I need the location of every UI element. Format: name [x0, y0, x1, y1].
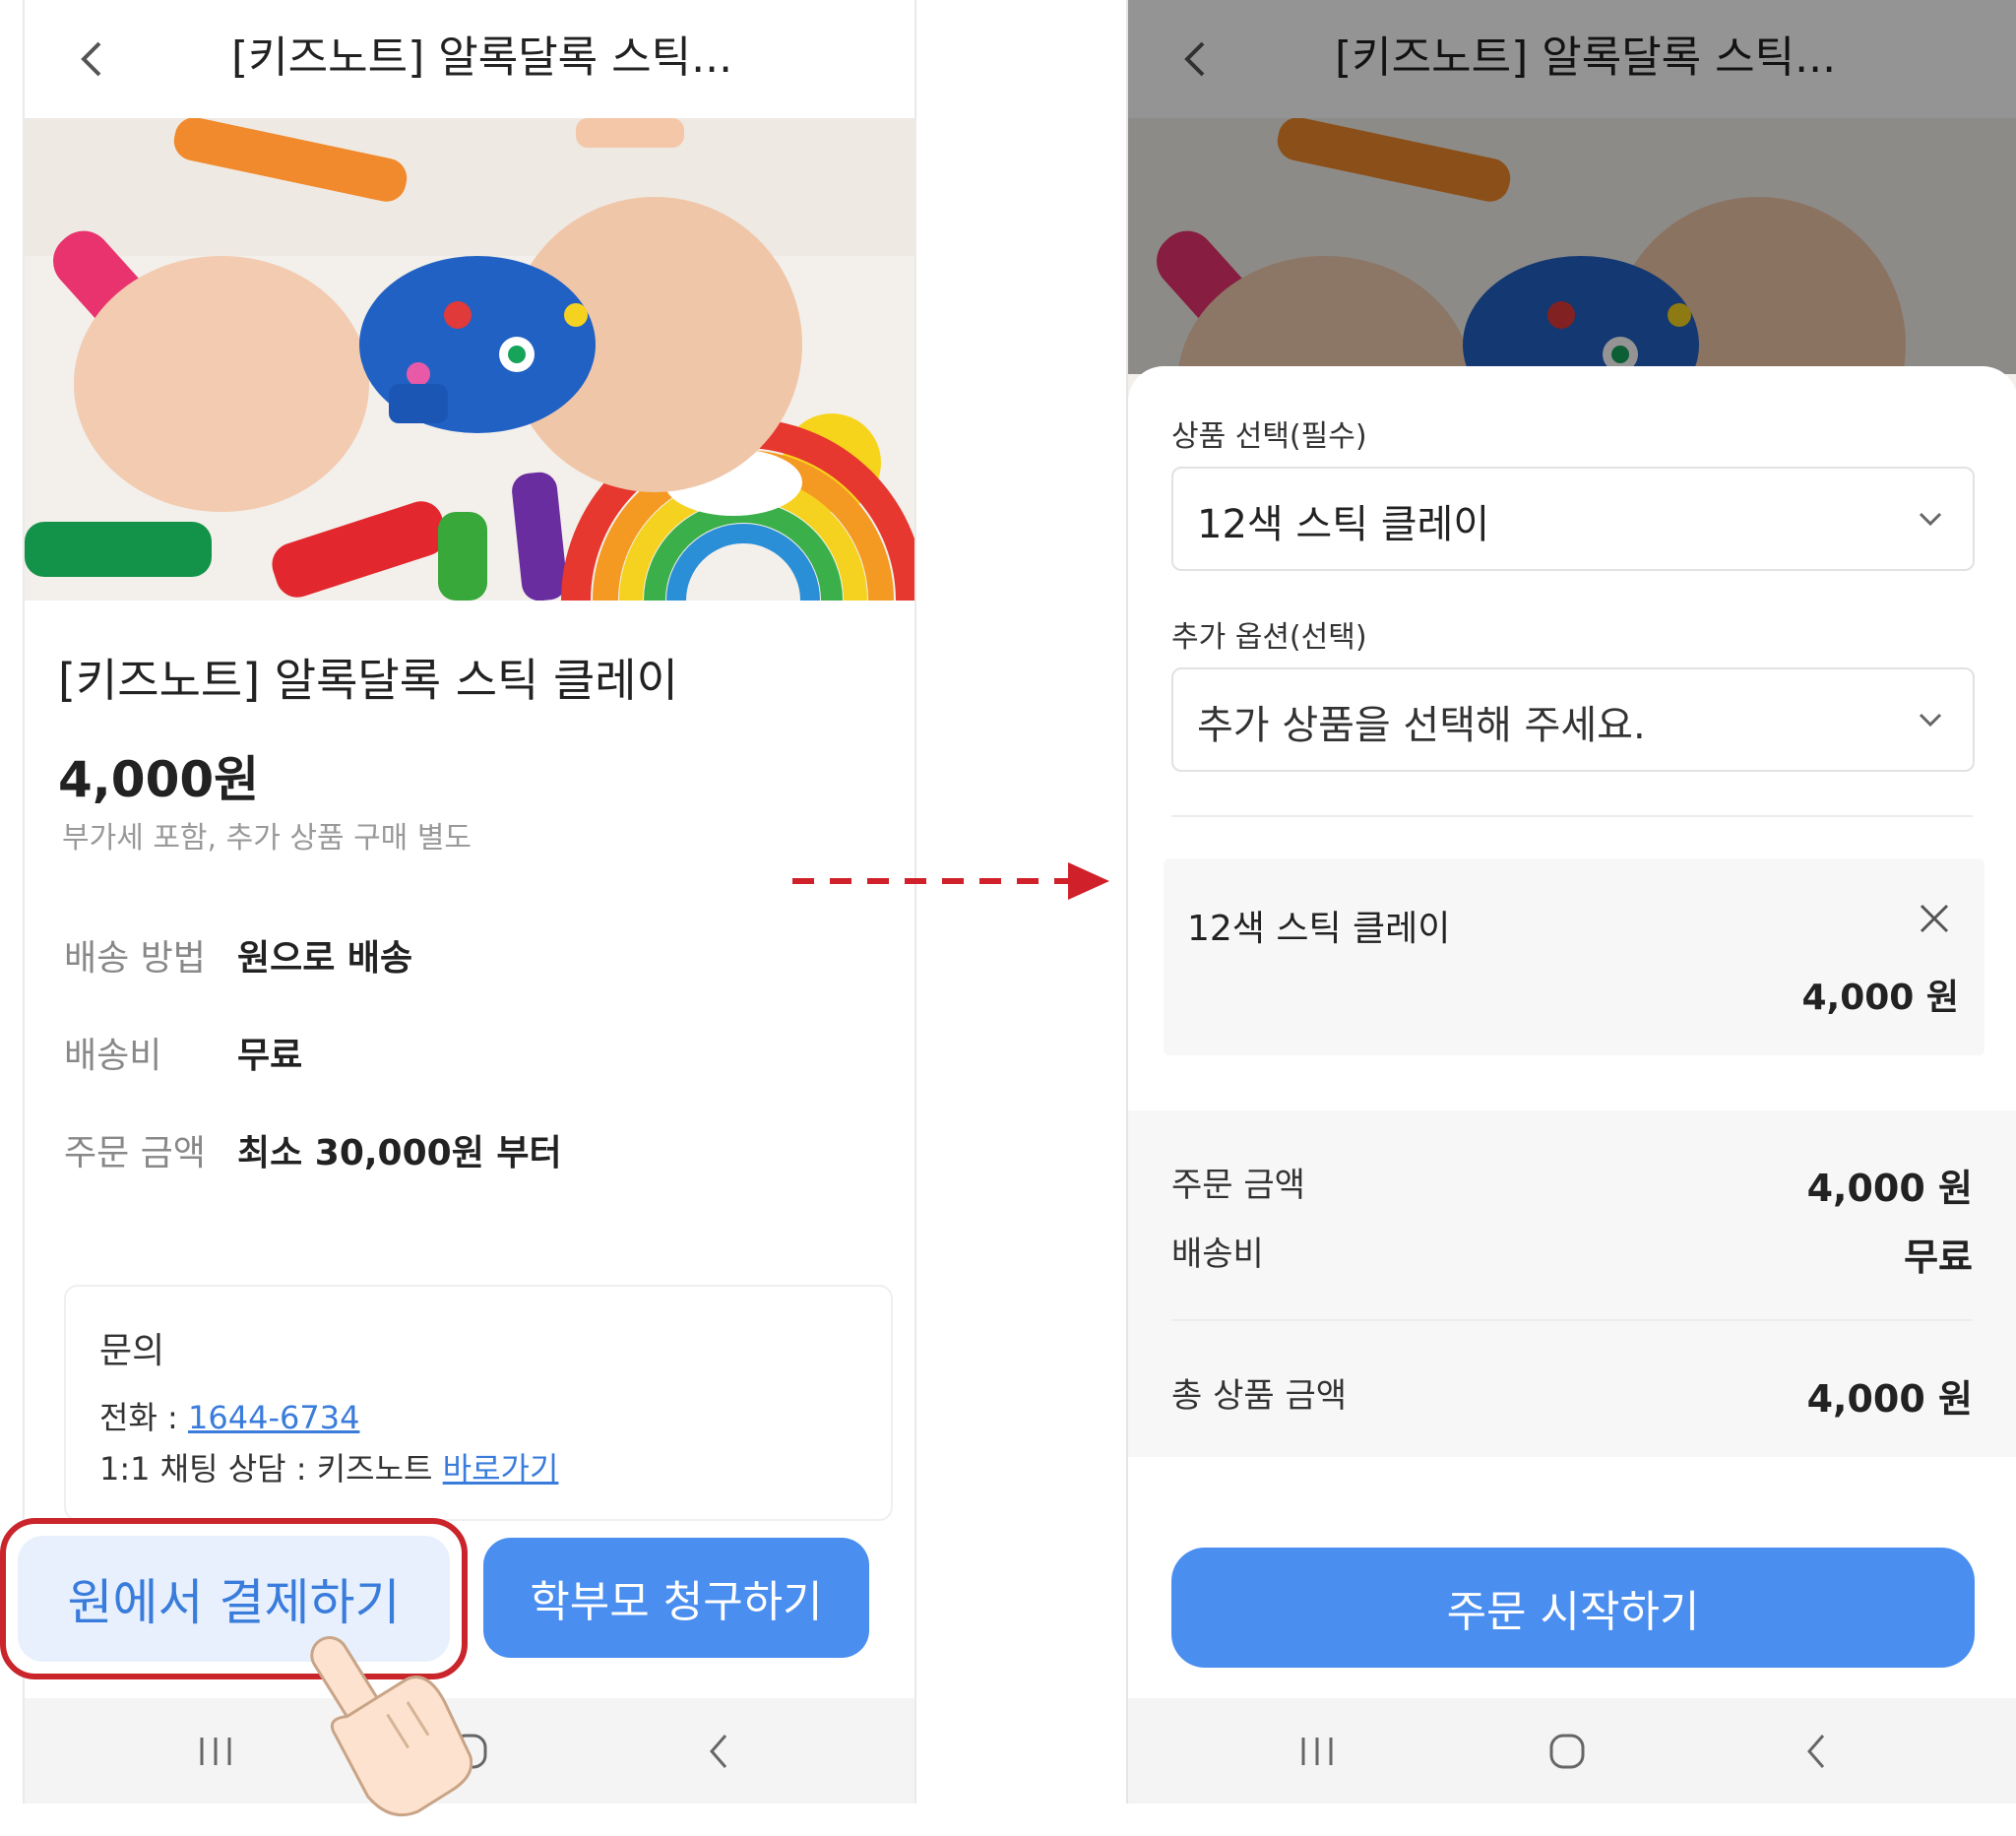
summary-row-order-amount: 주문 금액 4,000 원 [1171, 1158, 1973, 1210]
inquiry-chat-line: 1:1 채팅 상담 : 키즈노트 바로가기 [99, 1444, 558, 1489]
nav-back-icon[interactable] [696, 1728, 743, 1775]
page-title: [키즈노트] 알록달록 스틱... [231, 32, 733, 83]
inquiry-title: 문의 [99, 1331, 165, 1371]
phone-label: 전화 : [99, 1399, 189, 1436]
inquiry-box: 문의 전화 : 1644-6734 1:1 채팅 상담 : 키즈노트 바로가기 [64, 1285, 893, 1521]
chat-label: 1:1 채팅 상담 : 키즈노트 [99, 1450, 443, 1488]
close-icon[interactable] [1916, 900, 1953, 937]
summary-label: 주문 금액 [1171, 1166, 1305, 1205]
back-chevron-icon[interactable] [62, 30, 121, 89]
info-value: 원으로 배송 [237, 938, 413, 979]
product-select-label: 상품 선택(필수) [1171, 419, 1367, 454]
home-icon[interactable] [1544, 1728, 1591, 1775]
addon-label: 추가 옵션(선택) [1171, 620, 1367, 655]
inquiry-phone-line: 전화 : 1644-6734 [99, 1393, 359, 1438]
price-note: 부가세 포함, 추가 상품 구매 별도 [62, 821, 472, 855]
addon-placeholder: 추가 상품을 선택해 주세요. [1197, 703, 1646, 748]
system-nav-bar [1128, 1698, 2016, 1804]
product-price: 4,000원 [58, 751, 260, 808]
nav-back-icon[interactable] [1794, 1728, 1841, 1775]
summary-row-shipping: 배송비 무료 [1171, 1227, 1973, 1279]
recent-apps-icon[interactable] [1293, 1728, 1341, 1775]
summary-value: 4,000 원 [1806, 1167, 1973, 1210]
product-image [25, 118, 914, 601]
selected-item-name: 12색 스틱 클레이 [1187, 909, 1451, 949]
product-select-value: 12색 스틱 클레이 [1197, 502, 1490, 547]
dim-overlay[interactable] [1128, 0, 2016, 374]
summary-value: 무료 [1904, 1235, 1973, 1279]
info-label: 배송 방법 [64, 938, 206, 979]
selected-item-card: 12색 스틱 클레이 4,000 원 [1164, 858, 1984, 1055]
bill-parent-button[interactable]: 학부모 청구하기 [483, 1538, 869, 1658]
divider [1171, 815, 1973, 817]
summary-row-total: 총 상품 금액 4,000 원 [1171, 1368, 1973, 1421]
product-select-dropdown[interactable]: 12색 스틱 클레이 [1171, 467, 1975, 571]
selected-item-amount: 4,000 원 [1801, 978, 1959, 1018]
chat-link[interactable]: 바로가기 [443, 1450, 559, 1488]
recent-apps-icon[interactable] [192, 1728, 239, 1775]
phone-link[interactable]: 1644-6734 [188, 1399, 359, 1436]
start-order-button[interactable]: 주문 시작하기 [1171, 1548, 1975, 1668]
info-label: 배송비 [64, 1036, 162, 1076]
transition-arrow-icon [792, 862, 1109, 900]
product-name: [키즈노트] 알록달록 스틱 클레이 [58, 654, 678, 707]
tap-hand-icon [310, 1636, 472, 1817]
info-value: 최소 30,000원 부터 [237, 1133, 562, 1173]
right-phone-screen: [키즈노트] 알록달록 스틱... 상품 선택(필수) 12색 스틱 클레이 추… [1126, 0, 2016, 1804]
info-label: 주문 금액 [64, 1133, 206, 1173]
price-summary: 주문 금액 4,000 원 배송비 무료 총 상품 금액 4,000 원 [1128, 1110, 2016, 1457]
divider [1171, 1319, 1973, 1321]
info-value: 무료 [237, 1036, 303, 1076]
summary-value: 4,000 원 [1806, 1377, 1973, 1421]
summary-label: 총 상품 금액 [1171, 1376, 1348, 1416]
chevron-down-icon [1919, 512, 1942, 527]
addon-select-dropdown[interactable]: 추가 상품을 선택해 주세요. [1171, 667, 1975, 772]
option-bottom-sheet: 상품 선택(필수) 12색 스틱 클레이 추가 옵션(선택) 추가 상품을 선택… [1128, 366, 2016, 1698]
chevron-down-icon [1919, 713, 1942, 728]
app-bar: [키즈노트] 알록달록 스틱... [25, 0, 914, 118]
summary-label: 배송비 [1171, 1235, 1264, 1274]
